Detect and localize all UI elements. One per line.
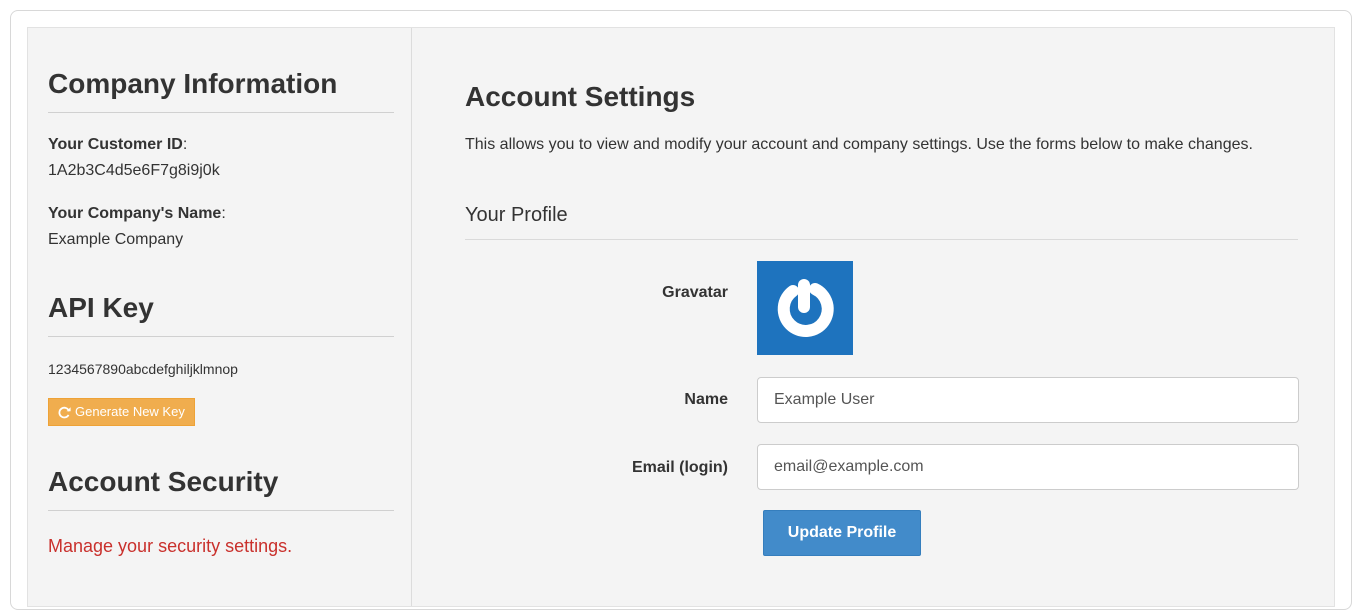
company-name-colon: : bbox=[221, 205, 226, 222]
gravatar-logo-icon bbox=[777, 279, 834, 337]
company-name-label-text: Your Company's Name bbox=[48, 205, 222, 222]
generate-new-key-button[interactable]: Generate New Key bbox=[48, 398, 195, 426]
api-key-heading: API Key bbox=[48, 292, 394, 337]
company-info-heading: Company Information bbox=[48, 68, 394, 113]
security-settings-link[interactable]: Manage your security settings. bbox=[48, 536, 292, 557]
customer-id-colon: : bbox=[182, 136, 188, 153]
email-input[interactable] bbox=[757, 444, 1299, 490]
intro-text: This allows you to view and modify your … bbox=[465, 136, 1253, 153]
sidebar: Company Information Your Customer ID: 1A… bbox=[28, 28, 412, 606]
main-content: Account Settings This allows you to view… bbox=[412, 28, 1334, 606]
gravatar-image[interactable] bbox=[757, 261, 853, 355]
name-input[interactable] bbox=[757, 377, 1299, 423]
email-label: Email (login) bbox=[632, 459, 728, 476]
customer-id-label-text: Your Customer ID bbox=[48, 136, 183, 153]
company-name-label: Your Company's Name: bbox=[48, 205, 226, 223]
customer-id-value: 1A2b3C4d5e6F7g8i9j0k bbox=[48, 162, 220, 179]
update-profile-button[interactable]: Update Profile bbox=[763, 510, 921, 556]
name-label: Name bbox=[684, 391, 728, 408]
generate-new-key-label: Generate New Key bbox=[75, 404, 185, 419]
profile-heading: Your Profile bbox=[465, 203, 1298, 240]
customer-id-label: Your Customer ID: bbox=[48, 136, 187, 154]
gravatar-label: Gravatar bbox=[662, 284, 728, 301]
company-name-value: Example Company bbox=[48, 231, 184, 248]
page-title: Account Settings bbox=[465, 81, 696, 112]
app-frame: Company Information Your Customer ID: 1A… bbox=[10, 10, 1352, 610]
settings-panel: Company Information Your Customer ID: 1A… bbox=[27, 27, 1335, 607]
refresh-icon bbox=[58, 406, 71, 419]
api-key-value: 1234567890abcdefghiljklmnop bbox=[48, 361, 238, 377]
account-security-heading: Account Security bbox=[48, 466, 394, 511]
